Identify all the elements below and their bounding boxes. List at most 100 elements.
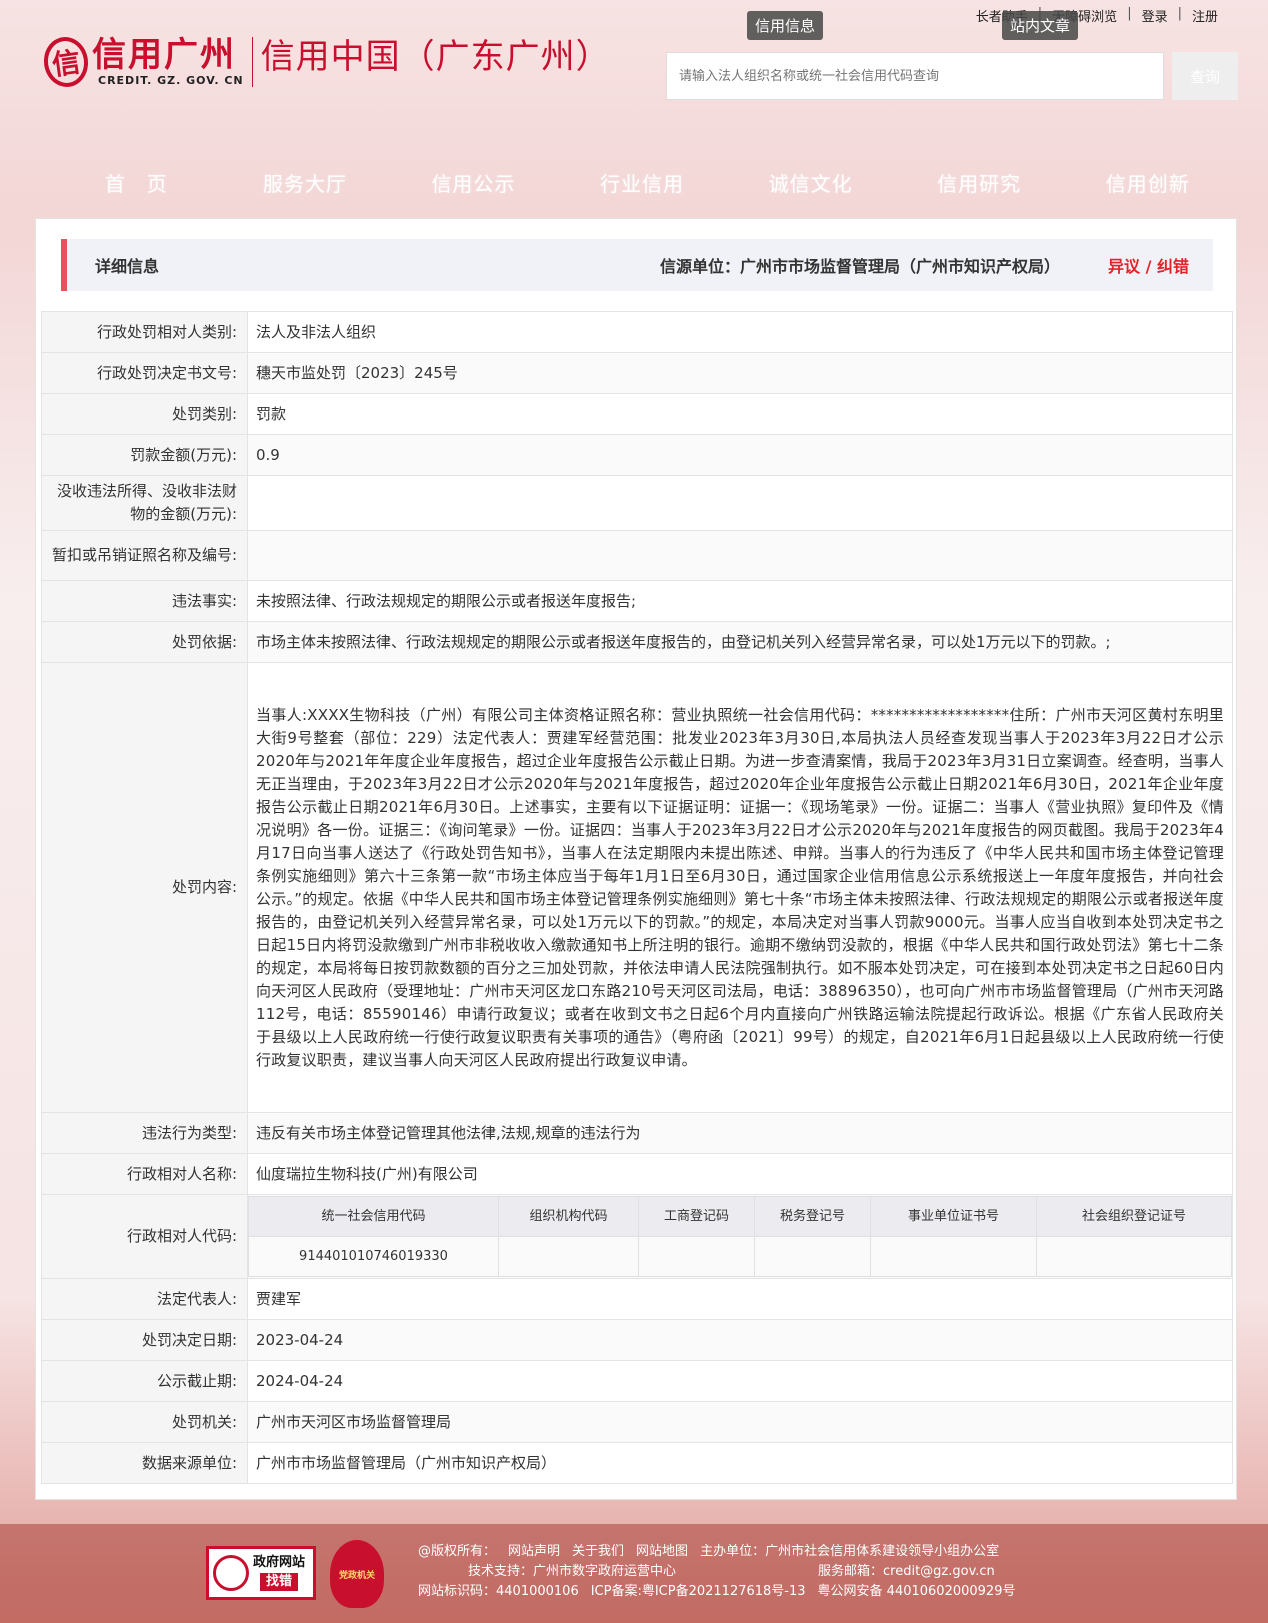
field-label: 暂扣或吊销证照名称及编号: [41,530,248,581]
site-id-text: 网站标识码：4401000106 [418,1584,579,1599]
code-header: 统一社会信用代码 [248,1196,499,1237]
detail-title: 详细信息 [95,257,160,276]
site-statement-link[interactable]: 网站声明 [508,1542,560,1562]
tech-support-text: 技术支持：广州市数字政府运营中心 [468,1564,677,1579]
logo-divider [251,36,253,87]
field-label: 行政相对人名称: [41,1153,248,1195]
gov-box-find: 找错 [260,1573,299,1591]
field-value: 穗天市监处罚〔2023〕245号 [247,352,1233,394]
field-value: 法人及非法人组织 [247,311,1233,353]
field-label: 行政处罚决定书文号: [41,352,248,394]
search-input[interactable] [666,52,1164,100]
field-label: 法定代表人: [41,1278,248,1320]
field-value: 贾建军 [247,1278,1233,1320]
field-value: 2023-04-24 [247,1319,1233,1361]
table-row: 没收违法所得、没收非法财物的金额(万元): [41,475,1233,531]
nav-service-hall[interactable]: 服务大厅 [221,168,390,197]
table-row: 公示截止期: 2024-04-24 [41,1360,1233,1402]
code-header: 税务登记号 [754,1196,871,1237]
gov-box-title: 政府网站 [253,1555,306,1570]
info-source: 信源单位：广州市市场监督管理局（广州市知识产权局） [659,257,1060,276]
table-row: 暂扣或吊销证照名称及编号: [41,530,1233,581]
detail-panel: 详细信息 信源单位：广州市市场监督管理局（广州市知识产权局） 异议 / 纠错 行… [35,218,1237,1500]
code-value [754,1236,871,1277]
tab-site-article[interactable]: 站内文章 [1002,11,1079,40]
nav-integrity-culture[interactable]: 诚信文化 [726,168,895,197]
site-logo[interactable]: 信 信用广州 CREDIT. GZ. GOV. CN 信用中国（广东广州） [40,33,611,90]
code-value: 914401010746019330 [248,1236,499,1277]
table-row: 法定代表人: 贾建军 [41,1278,1233,1320]
service-email-text: 服务邮箱：credit@gz.gov.cn [818,1564,995,1579]
field-value: 市场主体未按照法律、行政法规规定的期限公示或者报送年度报告的，由登记机关列入经营… [247,621,1233,663]
code-header: 工商登记码 [638,1196,755,1237]
code-header: 事业单位证书号 [870,1196,1037,1237]
field-label: 公示截止期: [41,1360,248,1402]
logo-title: 信用广州 [92,35,236,75]
icp-link[interactable]: ICP备案:粤ICP备2021127618号-13 [591,1582,806,1602]
code-header: 组织机构代码 [498,1196,639,1237]
police-record-link[interactable]: 粤公网安备 44010602000929号 [818,1582,1016,1602]
field-value: 广州市市场监督管理局（广州市知识产权局） [247,1442,1233,1484]
field-label: 违法事实: [41,580,248,622]
code-value [1036,1236,1232,1277]
subject-codes-table: 统一社会信用代码 组织机构代码 工商登记码 税务登记号 事业单位证书号 社会组织… [248,1196,1232,1277]
nav-credit-research[interactable]: 信用研究 [895,168,1064,197]
code-header: 社会组织登记证号 [1036,1196,1232,1237]
field-label: 行政处罚相对人类别: [41,311,248,353]
footer-info: @版权所有： 网站声明 关于我们 网站地图 主办单位：广州市社会信用体系建设领导… [418,1542,1027,1602]
table-row: 违法事实: 未按照法律、行政法规规定的期限公示或者报送年度报告; [41,580,1233,622]
code-value [870,1236,1037,1277]
codes-cell: 统一社会信用代码 组织机构代码 工商登记码 税务登记号 事业单位证书号 社会组织… [247,1194,1233,1279]
table-row: 行政处罚决定书文号: 穗天市监处罚〔2023〕245号 [41,352,1233,394]
field-value: 0.9 [247,434,1233,476]
about-us-link[interactable]: 关于我们 [572,1542,624,1562]
site-footer: 政府网站 找错 党政机关 @版权所有： 网站声明 关于我们 网站地图 主办单位：… [0,1524,1268,1623]
nav-home[interactable]: 首 页 [52,168,221,197]
table-row: 违法行为类型: 违反有关市场主体登记管理其他法律,法规,规章的违法行为 [41,1112,1233,1154]
field-value: 罚款 [247,393,1233,435]
gov-website-error-report[interactable]: 政府网站 找错 [206,1546,316,1600]
field-label: 没收违法所得、没收非法财物的金额(万元): [41,475,248,531]
code-value [638,1236,755,1277]
site-map-link[interactable]: 网站地图 [636,1542,688,1562]
search-button[interactable]: 查询 [1172,52,1238,100]
penalty-detail-table: 行政处罚相对人类别: 法人及非法人组织 行政处罚决定书文号: 穗天市监处罚〔20… [41,311,1233,1484]
field-value: 广州市天河区市场监督管理局 [247,1401,1233,1443]
field-label: 罚款金额(万元): [41,434,248,476]
field-label: 处罚机关: [41,1401,248,1443]
penalty-content-text: 当事人:XXXX生物科技（广州）有限公司主体资格证照名称：营业执照统一社会信用代… [247,662,1233,1113]
tab-credit-info[interactable]: 信用信息 [747,11,824,40]
nav-credit-publicity[interactable]: 信用公示 [389,168,558,197]
table-row: 处罚类别: 罚款 [41,393,1233,435]
field-label: 行政相对人代码: [41,1194,248,1279]
objection-link[interactable]: 异议 / 纠错 [1108,253,1189,277]
nav-credit-innovation[interactable]: 信用创新 [1063,168,1232,197]
codes-header-row: 统一社会信用代码 组织机构代码 工商登记码 税务登记号 事业单位证书号 社会组织… [248,1196,1232,1237]
table-row: 数据来源单位: 广州市市场监督管理局（广州市知识产权局） [41,1442,1233,1484]
table-row: 罚款金额(万元): 0.9 [41,434,1233,476]
party-government-badge-icon[interactable]: 党政机关 [330,1540,384,1608]
register-link[interactable]: 注册 [1182,6,1228,25]
field-value: 2024-04-24 [247,1360,1233,1402]
site-title: 信用中国（广东广州） [260,37,611,77]
table-row: 行政相对人代码: 统一社会信用代码 组织机构代码 工商登记码 税务登记号 事业单… [41,1194,1233,1279]
detail-header: 详细信息 信源单位：广州市市场监督管理局（广州市知识产权局） 异议 / 纠错 [61,239,1213,291]
main-nav: 首 页 服务大厅 信用公示 行业信用 诚信文化 信用研究 信用创新 [52,168,1232,197]
table-row: 行政相对人名称: 仙度瑞拉生物科技(广州)有限公司 [41,1153,1233,1195]
field-value: 违反有关市场主体登记管理其他法律,法规,规章的违法行为 [247,1112,1233,1154]
copyright-text: @版权所有： [418,1544,497,1559]
field-value [247,475,1233,531]
field-value: 未按照法律、行政法规规定的期限公示或者报送年度报告; [247,580,1233,622]
party-badge-label: 党政机关 [338,1570,375,1581]
magnifier-icon [213,1555,249,1591]
sponsor-text: 主办单位：广州市社会信用体系建设领导小组办公室 [700,1544,1000,1559]
code-value [498,1236,639,1277]
login-link[interactable]: 登录 [1132,6,1178,25]
field-label: 数据来源单位: [41,1442,248,1484]
table-row: 行政处罚相对人类别: 法人及非法人组织 [41,311,1233,353]
field-label: 处罚依据: [41,621,248,663]
field-value: 仙度瑞拉生物科技(广州)有限公司 [247,1153,1233,1195]
field-value [247,530,1233,581]
nav-industry-credit[interactable]: 行业信用 [558,168,727,197]
table-row: 处罚依据: 市场主体未按照法律、行政法规规定的期限公示或者报送年度报告的，由登记… [41,621,1233,663]
